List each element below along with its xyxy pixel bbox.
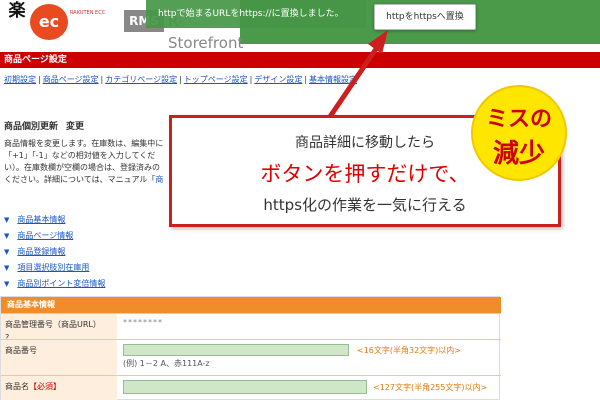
section-subtitle: 変更 <box>66 122 85 132</box>
nav-product-page-settings[interactable]: 商品ページ設定 <box>43 75 99 84</box>
nav-top-page-settings[interactable]: トップページ設定 <box>184 75 248 84</box>
toc-item-point-info[interactable]: ▼ 商品別ポイント変倍情報 <box>4 276 204 292</box>
toc-label: 商品登録情報 <box>17 247 66 256</box>
toc-label: 商品別ポイント変倍情報 <box>17 279 106 288</box>
product-name-input[interactable] <box>123 380 367 394</box>
nav-basic-info-settings[interactable]: 基本情報設定 <box>309 75 357 84</box>
triangle-down-icon: ▼ <box>4 248 10 256</box>
nav-initial-settings[interactable]: 初期設定 <box>4 75 36 84</box>
toc-label: 商品ページ情報 <box>17 231 74 240</box>
form-row-manage-number: 商品管理番号（商品URL） ? ******** <box>1 313 501 342</box>
desc-line: 商品情報を変更します。在庫数は、編集中に <box>4 139 164 148</box>
desc-line: 「+1」「-1」などの相対値を入力してくだ <box>4 151 156 160</box>
manual-link[interactable]: 商 <box>155 175 163 184</box>
settings-nav: 初期設定 | 商品ページ設定 | カテゴリページ設定 | トップページ設定 | デザイン設定 | 基… <box>4 73 364 87</box>
required-marker: 【必須】 <box>29 382 61 391</box>
form-row-product-number: 商品番号 <16文字(半角32文字)以内> (例) 1－2 A、赤111A-z <box>1 339 501 375</box>
product-number-input[interactable] <box>123 344 349 356</box>
section-title-text: 商品個別更新 <box>4 122 59 132</box>
desc-line: ください。詳細については、マニュアル「商 <box>4 174 176 186</box>
product-number-hint: <16文字(半角32文字)以内> <box>357 346 462 355</box>
desc-line-text: ください。詳細については、マニュアル「 <box>4 175 156 184</box>
nav-design-settings[interactable]: デザイン設定 <box>254 75 302 84</box>
nav-category-page-settings[interactable]: カテゴリページ設定 <box>105 75 177 84</box>
nav-separator: | <box>249 75 253 84</box>
section-description: 商品情報を変更します。在庫数は、編集中に 「+1」「-1」などの相対値を入力して… <box>4 138 176 186</box>
replace-https-button[interactable]: httpをhttpsへ置換 <box>374 4 476 30</box>
toc-item-page-info[interactable]: ▼ 商品ページ情報 <box>4 228 204 244</box>
badge-line-2: 減少 <box>492 139 545 169</box>
product-name-cell: <127文字(半角255文字)以内> <box>117 376 501 400</box>
desc-line: い）。在庫数欄が空欄の場合は、登録済みの <box>4 163 160 172</box>
form-section-header: 商品基本情報 <box>1 297 501 313</box>
manage-number-text: ******** <box>123 318 163 327</box>
logo-subtext: RAKUTEN ECC <box>70 10 106 16</box>
basic-info-form: 商品基本情報 商品管理番号（商品URL） ? ******** 商品番号 <16… <box>0 296 501 400</box>
ec-logo: ec <box>30 4 68 40</box>
section-title: 商品個別更新 変更 <box>4 121 84 133</box>
nav-separator: | <box>100 75 104 84</box>
rakuten-logo: 楽 <box>8 1 26 21</box>
toc-label: 項目選択肢別在庫用 <box>17 263 90 272</box>
nav-separator: | <box>179 75 182 84</box>
product-name-hint: <127文字(半角255文字)以内> <box>373 383 488 392</box>
triangle-down-icon: ▼ <box>4 232 10 240</box>
manage-number-value: ******** <box>117 314 501 339</box>
product-number-example: (例) 1－2 A、赤111A-z <box>123 359 210 368</box>
nav-separator: | <box>304 75 308 84</box>
callout-line-3: https化の作業を一気に行える <box>263 196 467 214</box>
triangle-down-icon: ▼ <box>4 264 10 272</box>
triangle-down-icon: ▼ <box>4 216 10 224</box>
product-number-cell: <16文字(半角32文字)以内> (例) 1－2 A、赤111A-z <box>117 340 501 375</box>
toc-item-registration-info[interactable]: ▼ 商品登録情報 <box>4 244 204 260</box>
form-row-product-name: 商品名【必須】 <127文字(半角255文字)以内> <box>1 375 501 400</box>
product-name-label-text: 商品名 <box>5 382 29 391</box>
page-title: 商品ページ設定 <box>0 52 600 68</box>
product-name-label: 商品名【必須】 <box>1 376 117 400</box>
toc-item-option-stock[interactable]: ▼ 項目選択肢別在庫用 <box>4 260 204 276</box>
product-number-label: 商品番号 <box>1 340 117 375</box>
manage-number-label-text: 商品管理番号（商品URL） <box>5 320 101 329</box>
triangle-down-icon: ▼ <box>4 280 10 288</box>
error-reduction-badge: ミスの 減少 <box>471 85 567 181</box>
badge-line-1: ミスの <box>485 107 552 132</box>
replace-notice: httpで始まるURLをhttps://に置換しました。 <box>146 0 366 28</box>
nav-separator: | <box>38 75 41 84</box>
manage-number-label: 商品管理番号（商品URL） ? <box>1 314 117 342</box>
toc-label: 商品基本情報 <box>17 215 66 224</box>
